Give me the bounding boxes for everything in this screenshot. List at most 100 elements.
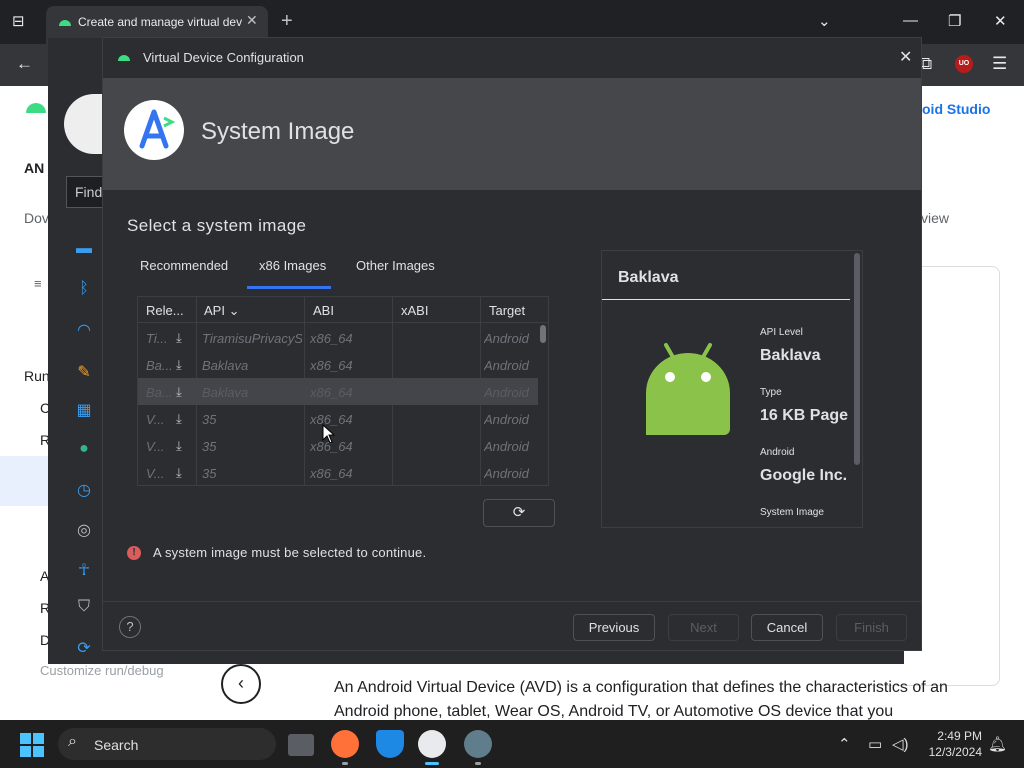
- menu-icon[interactable]: ☰: [992, 54, 1007, 74]
- refresh-button[interactable]: ⟳: [483, 499, 555, 527]
- tab-x86-images[interactable]: x86 Images: [259, 258, 326, 273]
- security-shield-icon[interactable]: [376, 730, 404, 758]
- system-image-table: Rele... API ⌄ ABI xABI Target Ti... ⤓ Ti…: [137, 296, 549, 486]
- table-header: Rele... API ⌄ ABI xABI Target: [138, 297, 548, 323]
- type-value: 16 KB Page: [760, 407, 849, 424]
- download-icon[interactable]: ⤓: [176, 465, 182, 481]
- windows-start-icon[interactable]: [20, 733, 44, 757]
- table-row[interactable]: V... ⤓ 35 x86_64 Android: [138, 459, 538, 486]
- taskbar-search-input[interactable]: ⌕ Search: [58, 728, 276, 760]
- minimize-button[interactable]: —: [903, 12, 918, 29]
- android-studio-taskbar-icon[interactable]: [418, 730, 446, 758]
- android-head-icon: [118, 55, 130, 61]
- tab-search-chevron-icon[interactable]: ⌄: [818, 12, 831, 30]
- finish-button[interactable]: Finish: [836, 614, 907, 641]
- search-icon: ⌕: [68, 733, 77, 750]
- notification-bell-icon[interactable]: 🔔︎: [988, 735, 1007, 753]
- help-button[interactable]: ?: [119, 616, 141, 638]
- clock-time: 2:49 PM: [937, 729, 982, 743]
- error-text: A system image must be selected to conti…: [153, 545, 427, 560]
- previous-button[interactable]: Previous: [573, 614, 655, 641]
- api-cell: 35: [202, 412, 217, 427]
- tab-recommended[interactable]: Recommended: [140, 258, 228, 273]
- back-arrow-icon[interactable]: ←: [16, 54, 33, 74]
- mouse-cursor-icon: [322, 424, 336, 444]
- android-logo-icon: [26, 103, 46, 113]
- task-view-icon[interactable]: [288, 734, 314, 756]
- download-icon[interactable]: ⤓: [176, 357, 182, 373]
- system-image-label: System Image: [760, 507, 824, 518]
- active-tab-indicator: [247, 286, 331, 289]
- new-tab-button[interactable]: +: [281, 10, 293, 33]
- accessibility-icon[interactable]: ☥: [74, 560, 94, 580]
- view-link[interactable]: view: [921, 210, 949, 226]
- filter-icon[interactable]: ≡: [34, 276, 42, 291]
- avd-description-text: An Android Virtual Device (AVD) is a con…: [334, 679, 948, 720]
- page-title: System Image: [201, 118, 355, 145]
- page-heading: AN: [24, 160, 45, 176]
- customize-link[interactable]: Customize run/debug: [40, 663, 164, 678]
- column-target[interactable]: Target: [489, 303, 525, 318]
- android-favicon-icon: [59, 20, 71, 26]
- firefox-running-indicator: [342, 762, 348, 765]
- table-scrollbar[interactable]: [540, 325, 546, 343]
- sync-icon[interactable]: ⟳: [74, 638, 94, 658]
- tab-close-icon[interactable]: ✕: [246, 12, 258, 29]
- page-dov-link[interactable]: Dov: [24, 210, 49, 226]
- api-cell: Baklava: [202, 358, 249, 373]
- ublock-extension-icon[interactable]: UO: [955, 55, 973, 73]
- table-row[interactable]: V... ⤓ 35 x86_64 Android: [138, 405, 538, 432]
- virtual-device-configuration-dialog: Virtual Device Configuration ✕ System Im…: [102, 37, 922, 651]
- network-icon[interactable]: ▭: [868, 735, 882, 753]
- apps-icon[interactable]: ▦: [74, 400, 94, 420]
- volume-icon[interactable]: ◁): [892, 735, 909, 753]
- release-cell: V...: [146, 439, 165, 454]
- dialog-footer: ? Previous Next Cancel Finish: [103, 601, 921, 651]
- previous-page-button[interactable]: ‹: [221, 664, 261, 704]
- abi-cell: x86_64: [310, 358, 353, 373]
- find-input[interactable]: Find: [66, 176, 104, 208]
- clock-icon[interactable]: ◷: [74, 480, 94, 500]
- detail-scrollbar[interactable]: [854, 253, 860, 465]
- release-cell: Ti...: [146, 331, 168, 346]
- column-abi[interactable]: ABI: [313, 303, 334, 318]
- table-row[interactable]: Ba... ⤓ Baklava x86_64 Android: [138, 351, 538, 378]
- download-icon[interactable]: ⤓: [176, 438, 182, 454]
- shield-icon[interactable]: ⛉: [74, 598, 94, 618]
- account-icon[interactable]: ●: [74, 440, 94, 460]
- brush-icon[interactable]: ✎: [74, 362, 94, 382]
- api-level-label: API Level: [760, 327, 803, 338]
- download-icon[interactable]: ⤓: [176, 330, 182, 346]
- display-icon[interactable]: ▬: [74, 240, 94, 260]
- firefox-icon[interactable]: [331, 730, 359, 758]
- dialog-close-icon[interactable]: ✕: [899, 47, 912, 67]
- abi-cell: x86_64: [310, 385, 353, 400]
- dialog-header: System Image: [103, 78, 921, 190]
- column-xabi[interactable]: xABI: [401, 303, 428, 318]
- table-row[interactable]: Ti... ⤓ TiramisuPrivacySandbox x86_64 An…: [138, 324, 538, 351]
- gamepad-icon[interactable]: ◎: [74, 520, 94, 540]
- restore-button[interactable]: ❐: [948, 12, 961, 30]
- column-api[interactable]: API ⌄: [204, 303, 239, 319]
- tray-chevron-icon[interactable]: ⌃: [838, 735, 851, 753]
- cancel-button[interactable]: Cancel: [751, 614, 823, 641]
- tab-actions-icon[interactable]: ⊟: [12, 12, 25, 30]
- table-row[interactable]: V... ⤓ 35 x86_64 Android: [138, 432, 538, 459]
- detail-title: Baklava: [618, 269, 679, 286]
- sidebar-highlight: [0, 456, 48, 506]
- download-icon[interactable]: ⤓: [176, 411, 182, 427]
- settings-gear-icon[interactable]: [464, 730, 492, 758]
- close-window-button[interactable]: ✕: [994, 12, 1007, 30]
- taskbar-clock[interactable]: 2:49 PM 12/3/2024: [924, 728, 982, 760]
- download-icon[interactable]: ⤓: [176, 384, 182, 400]
- column-release[interactable]: Rele...: [146, 303, 184, 318]
- android-studio-link[interactable]: oid Studio: [922, 101, 990, 117]
- table-row-selected[interactable]: Ba... ⤓ Baklava x86_64 Android: [138, 378, 538, 405]
- tab-other-images[interactable]: Other Images: [356, 258, 435, 273]
- wifi-icon[interactable]: ◠: [74, 320, 94, 340]
- release-cell: V...: [146, 412, 165, 427]
- bluetooth-icon[interactable]: ᛒ: [74, 280, 94, 300]
- target-cell: Android: [484, 466, 529, 481]
- dialog-title: Virtual Device Configuration: [143, 50, 304, 65]
- next-button[interactable]: Next: [668, 614, 739, 641]
